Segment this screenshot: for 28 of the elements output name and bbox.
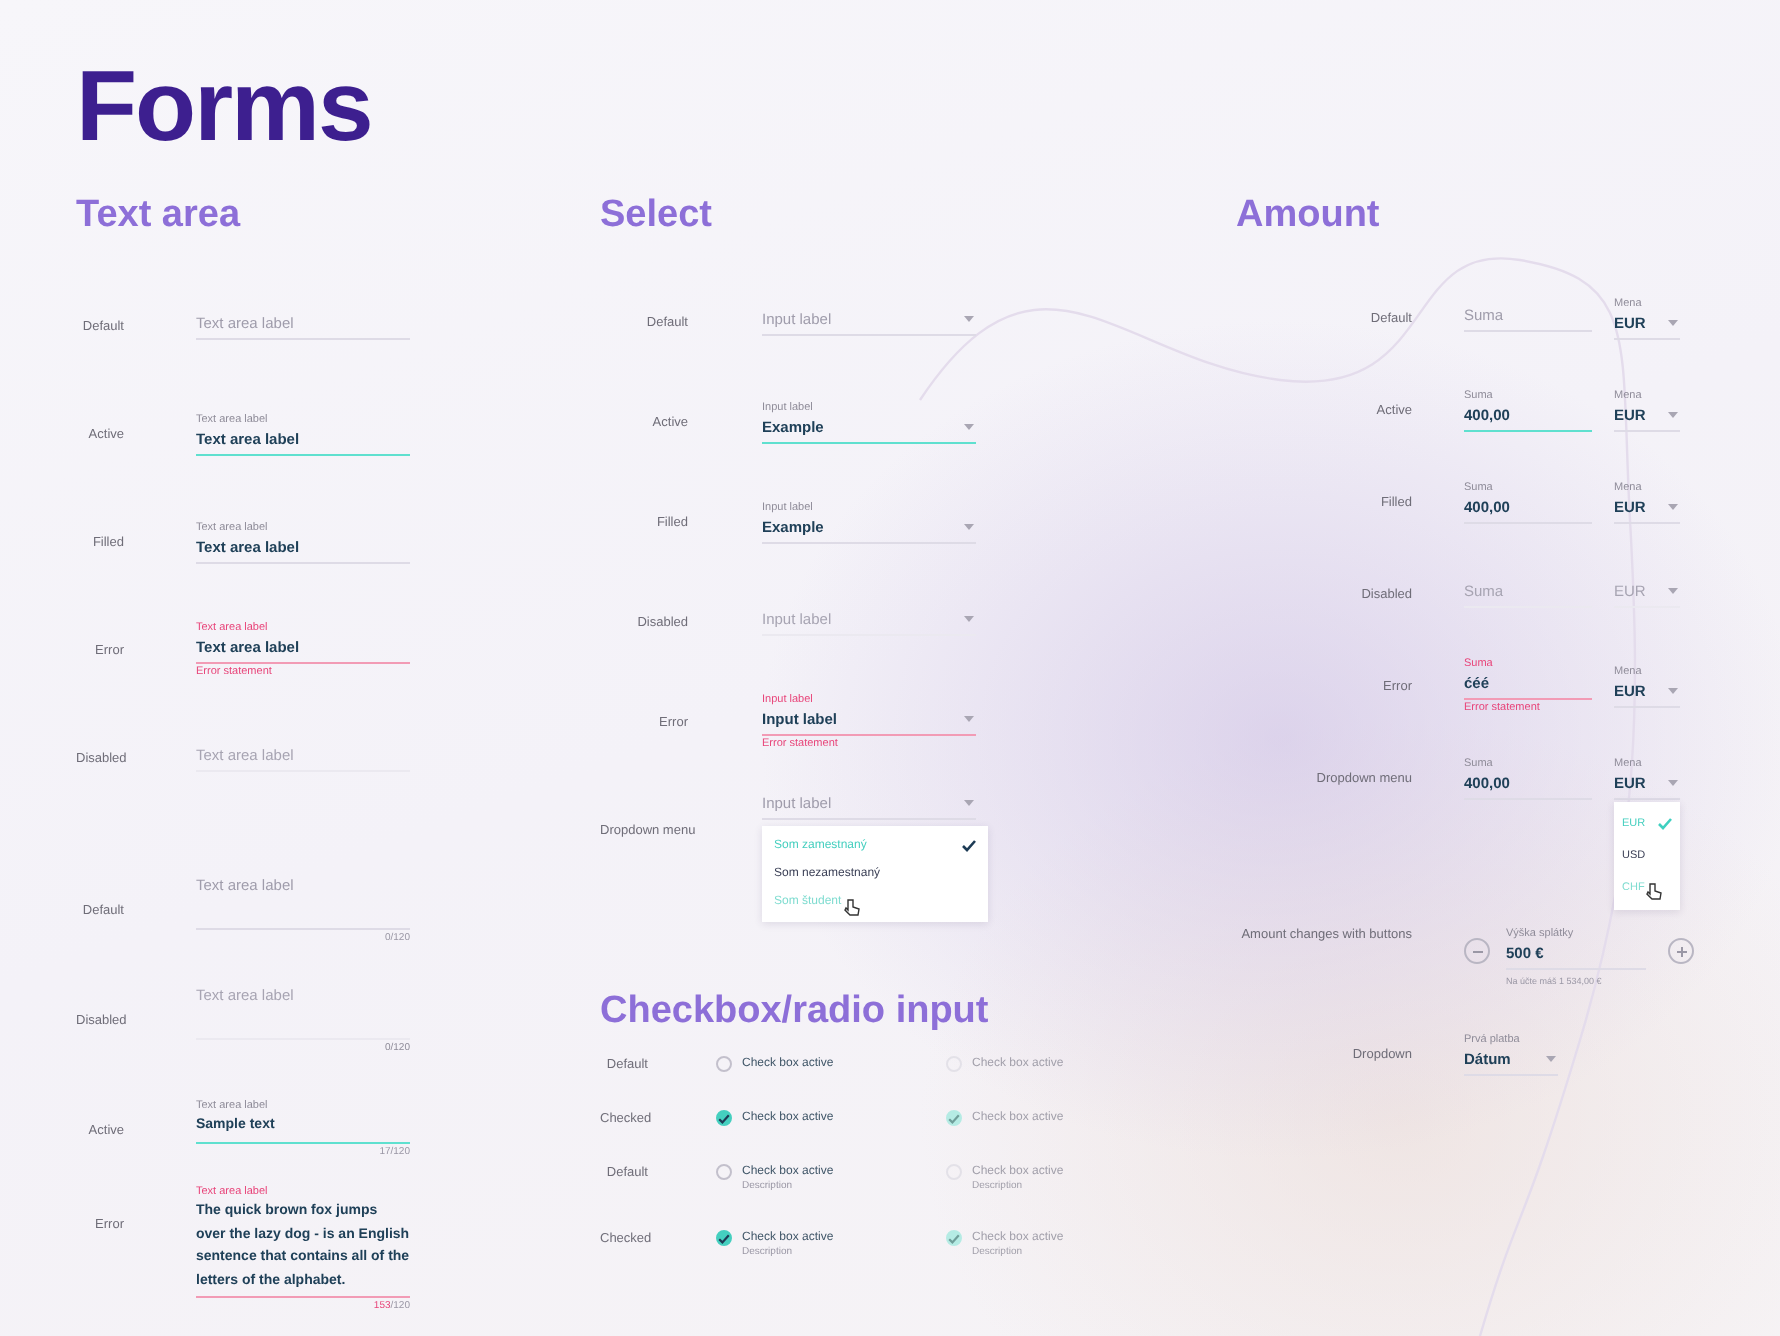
caret-icon [964,423,974,429]
check-icon [962,840,976,852]
hand-cursor-icon [1646,882,1663,900]
caret-icon [964,800,974,806]
page-title: Forms [74,48,374,160]
caret-icon [1668,687,1678,693]
caret-icon [964,316,974,322]
caret-icon [1668,319,1678,325]
increase-button[interactable] [1668,938,1694,964]
plus-icon [1675,945,1687,957]
section-title: Text area [76,192,243,240]
caret-icon [1668,588,1678,594]
caret-icon [964,715,974,721]
decrease-button[interactable] [1464,938,1490,964]
caret-icon [964,523,974,529]
caret-icon [1668,411,1678,417]
minus-icon [1471,945,1483,957]
radio-checkbox[interactable] [716,1230,732,1246]
section-title: Amount [1236,192,1382,240]
hand-cursor-icon [843,897,860,915]
section-title: Select [600,192,714,240]
caret-icon [1546,1056,1556,1062]
caret-icon [1668,779,1678,785]
radio-checkbox[interactable] [716,1110,732,1126]
section-title: Checkbox/radio input [600,988,991,1036]
caret-icon [1668,503,1678,509]
caret-icon [964,616,974,622]
check-icon [1658,817,1672,829]
